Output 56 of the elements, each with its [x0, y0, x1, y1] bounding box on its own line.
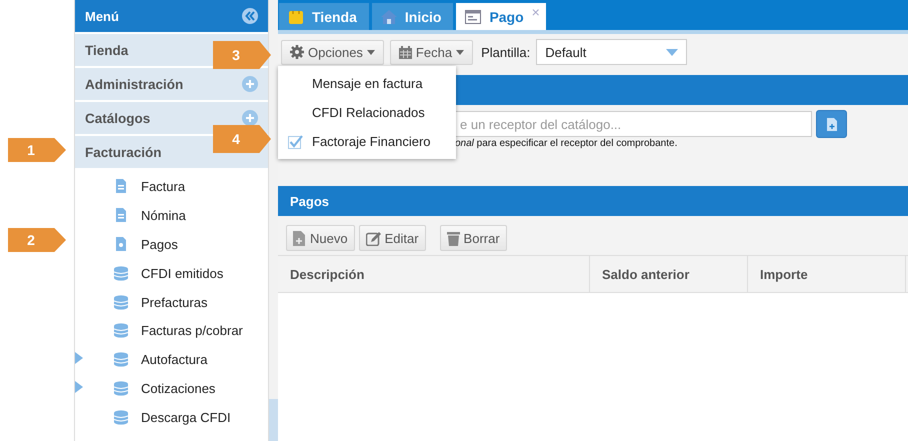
gear-icon: [290, 45, 304, 59]
column-header[interactable]: Saldo anterior: [590, 256, 748, 292]
template-label: Plantilla:: [481, 44, 530, 60]
trash-icon: [446, 230, 460, 246]
database-icon: [114, 381, 128, 396]
tab[interactable]: Pago ×: [456, 3, 546, 30]
menu-section[interactable]: Catálogos: [75, 100, 268, 134]
menu-option[interactable]: CFDI Relacionados: [278, 98, 456, 127]
new-document-icon: [293, 230, 306, 246]
calendar-icon: [398, 46, 412, 58]
menu-option[interactable]: Factoraje Financiero: [278, 127, 456, 156]
toolbar-button[interactable]: Borrar: [440, 225, 507, 251]
column-header[interactable]: Importe: [748, 256, 906, 292]
menu-title: Menú: [85, 8, 119, 24]
database-icon: [114, 410, 128, 426]
menu-item[interactable]: Nómina: [75, 200, 268, 230]
database-icon: [114, 323, 128, 338]
step-tooltip: 4: [213, 125, 271, 153]
menu-item[interactable]: Autofactura: [75, 345, 268, 374]
step-tooltip: 3: [213, 41, 271, 69]
options-button[interactable]: Opciones: [281, 40, 384, 64]
menu-section[interactable]: Administración: [75, 66, 268, 100]
menu-item[interactable]: Prefacturas: [75, 288, 268, 316]
panel-title: Pagos: [290, 194, 330, 208]
form-icon: [465, 8, 482, 24]
menu-item[interactable]: Facturas p/cobrar: [75, 316, 268, 346]
document-icon: [115, 236, 127, 252]
hint-text: onal para especificar el receptor del comprobante.: [455, 138, 678, 149]
menu-item[interactable]: Descarga CFDI: [75, 403, 268, 432]
date-button[interactable]: Fecha: [390, 40, 474, 64]
document-icon: [115, 178, 127, 194]
template-select[interactable]: Default: [536, 39, 688, 65]
house-icon: [380, 8, 397, 24]
menu-item[interactable]: Factura: [75, 172, 268, 201]
new-document-icon: [826, 118, 836, 130]
add-button[interactable]: [816, 110, 847, 138]
toolbar-button[interactable]: Editar: [358, 225, 426, 251]
menu-item[interactable]: CFDI emitidos: [75, 258, 268, 288]
toolbar-button[interactable]: Nuevo: [286, 225, 355, 251]
database-icon: [114, 352, 128, 368]
database-icon: [114, 294, 128, 310]
step-tooltip: 1: [8, 138, 66, 162]
caret-icon: [456, 50, 464, 54]
step-tooltip: 2: [8, 228, 66, 252]
menu-item[interactable]: Pagos: [75, 230, 268, 259]
bag-icon: [288, 8, 304, 24]
dropdown-arrow-icon: [666, 48, 678, 56]
caret-icon: [366, 50, 375, 54]
database-icon: [114, 266, 128, 281]
menu-option[interactable]: Mensaje en factura: [278, 69, 456, 98]
collapse-icon: [242, 8, 258, 24]
menu-item[interactable]: Cotizaciones: [75, 374, 268, 404]
column-header[interactable]: Descripción: [278, 256, 590, 292]
receiver-field[interactable]: e un receptor del catálogo...: [455, 111, 812, 137]
edit-icon: [366, 230, 381, 246]
document-icon: [115, 208, 127, 223]
